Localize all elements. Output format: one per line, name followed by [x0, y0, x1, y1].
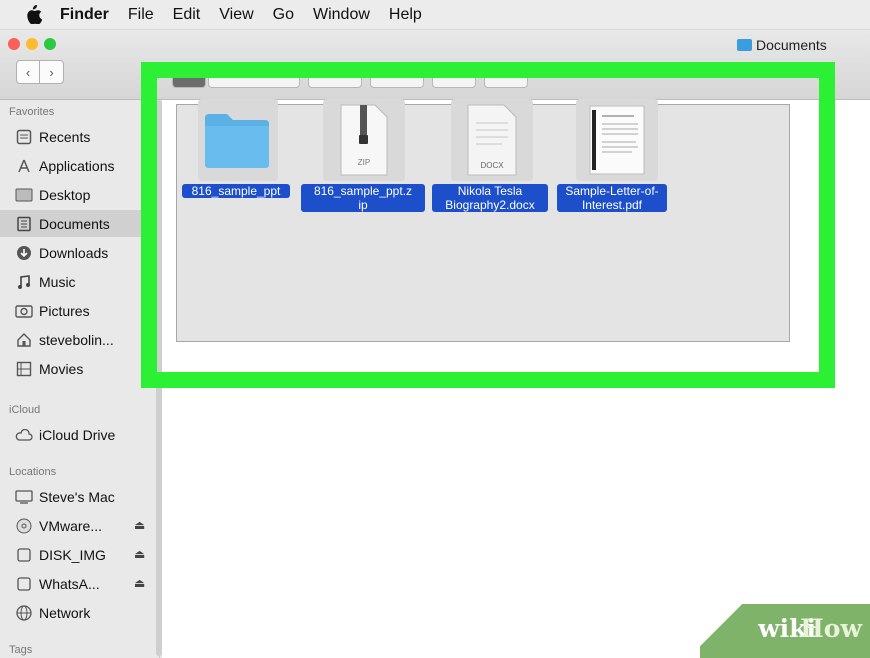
- sidebar-item-label: Applications: [39, 157, 115, 174]
- sidebar-item-label: Documents: [39, 215, 110, 232]
- sidebar-item-label: WhatsA...: [39, 575, 100, 592]
- chevron-right-icon: ›: [49, 64, 54, 80]
- sidebar-item-steves-mac[interactable]: Steve's Mac: [0, 483, 150, 510]
- highlight-box: [141, 62, 835, 388]
- sidebar-section-tags: Tags: [9, 644, 33, 656]
- sidebar-item-disk-img[interactable]: DISK_IMG: [0, 541, 150, 568]
- sidebar-item-label: Pictures: [39, 302, 90, 319]
- minimize-button[interactable]: [26, 38, 38, 50]
- window-title-text: Documents: [756, 37, 827, 53]
- menu-file[interactable]: File: [128, 6, 154, 24]
- chevron-left-icon: ‹: [25, 64, 31, 80]
- menu-help[interactable]: Help: [389, 6, 422, 24]
- desktop-icon: [15, 186, 33, 204]
- menu-finder[interactable]: Finder: [60, 6, 109, 24]
- sidebar-item-movies[interactable]: Movies: [0, 355, 150, 382]
- menu-view[interactable]: View: [219, 6, 253, 24]
- menu-window[interactable]: Window: [313, 6, 370, 24]
- sidebar-item-label: iCloud Drive: [39, 426, 116, 443]
- applications-icon: [15, 157, 33, 175]
- pictures-icon: [15, 302, 33, 320]
- computer-icon: [15, 488, 33, 506]
- sidebar-item-vmware[interactable]: VMware...: [0, 512, 150, 539]
- sidebar-item-desktop[interactable]: Desktop: [0, 181, 150, 208]
- sidebar-item-pictures[interactable]: Pictures: [0, 297, 150, 324]
- sidebar-item-label: Desktop: [39, 186, 91, 203]
- watermark-text-how: How: [800, 614, 862, 643]
- disk-icon: [15, 546, 33, 564]
- documents-icon: [15, 215, 33, 233]
- eject-icon[interactable]: ⏏: [134, 547, 145, 561]
- wikihow-watermark: wiki How: [700, 604, 870, 658]
- movies-icon: [15, 360, 33, 378]
- folder-icon: [737, 39, 752, 51]
- network-icon: [15, 604, 33, 622]
- menu-bar: Finder File Edit View Go Window Help: [0, 0, 870, 30]
- sidebar-item-icloud-drive[interactable]: iCloud Drive: [0, 421, 150, 448]
- menu-go[interactable]: Go: [273, 6, 294, 24]
- apple-icon[interactable]: [26, 5, 44, 25]
- nav-buttons: ‹ ›: [16, 60, 64, 84]
- sidebar: Favorites Recents Applications Desktop D…: [0, 100, 160, 658]
- forward-button[interactable]: ›: [40, 60, 64, 84]
- disk-icon: [15, 575, 33, 593]
- sidebar-item-downloads[interactable]: Downloads: [0, 239, 150, 266]
- sidebar-item-applications[interactable]: Applications: [0, 152, 150, 179]
- sidebar-item-home[interactable]: stevebolin...: [0, 326, 150, 353]
- sidebar-item-label: Recents: [39, 128, 91, 145]
- sidebar-section-favorites: Favorites: [9, 106, 55, 118]
- close-button[interactable]: [8, 38, 20, 50]
- downloads-icon: [15, 244, 33, 262]
- sidebar-item-label: VMware...: [39, 517, 103, 534]
- menu-edit[interactable]: Edit: [173, 6, 201, 24]
- eject-icon[interactable]: ⏏: [134, 518, 145, 532]
- home-icon: [15, 331, 33, 349]
- sidebar-item-label: Steve's Mac: [39, 488, 115, 505]
- sidebar-item-label: Network: [39, 604, 91, 621]
- sidebar-item-label: DISK_IMG: [39, 546, 106, 563]
- sidebar-item-music[interactable]: Music: [0, 268, 150, 295]
- sidebar-item-network[interactable]: Network: [0, 599, 150, 626]
- sidebar-item-whatsapp[interactable]: WhatsA...: [0, 570, 150, 597]
- sidebar-item-recents[interactable]: Recents: [0, 123, 150, 150]
- sidebar-section-icloud: iCloud: [9, 404, 41, 416]
- sidebar-item-label: Movies: [39, 360, 84, 377]
- music-icon: [15, 273, 33, 291]
- sidebar-item-documents[interactable]: Documents: [0, 210, 150, 237]
- zoom-button[interactable]: [44, 38, 56, 50]
- icloud-icon: [15, 426, 33, 444]
- sidebar-section-locations: Locations: [9, 466, 57, 478]
- recents-icon: [15, 128, 33, 146]
- window-title: Documents: [737, 37, 827, 53]
- sidebar-item-label: Music: [39, 273, 76, 290]
- disc-icon: [15, 517, 33, 535]
- sidebar-item-label: stevebolin...: [39, 331, 114, 348]
- eject-icon[interactable]: ⏏: [134, 576, 145, 590]
- back-button[interactable]: ‹: [16, 60, 40, 84]
- sidebar-item-label: Downloads: [39, 244, 109, 261]
